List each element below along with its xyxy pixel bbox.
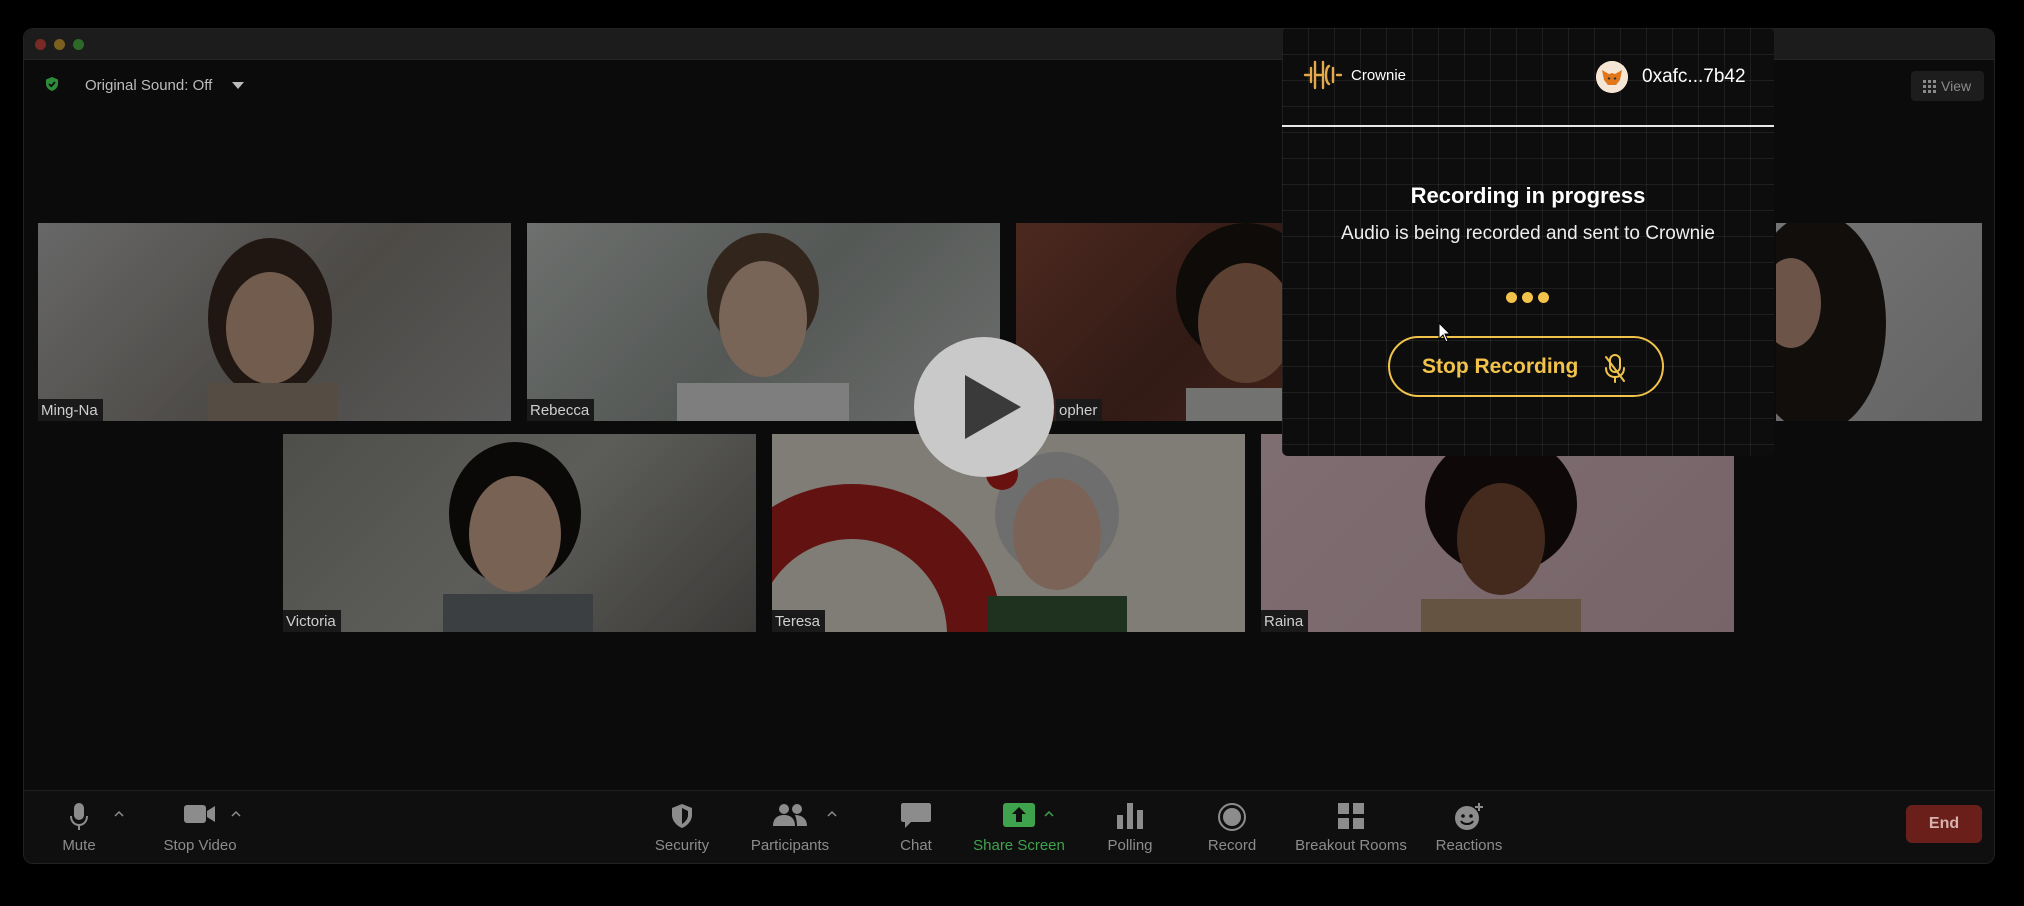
loading-dots (1506, 290, 1554, 308)
share-screen-icon (1003, 803, 1035, 827)
mute-label: Mute (62, 837, 96, 854)
stop-video-button[interactable]: Stop Video (144, 791, 256, 863)
security-button[interactable]: Security (640, 791, 724, 863)
reactions-button[interactable]: Reactions (1424, 791, 1514, 863)
breakout-rooms-button[interactable]: Breakout Rooms (1286, 791, 1416, 863)
play-icon (965, 375, 1021, 439)
metamask-fox-icon[interactable] (1596, 61, 1628, 93)
breakout-rooms-icon (1338, 803, 1364, 829)
microphone-off-icon (1605, 354, 1625, 383)
participants-label: Participants (750, 837, 830, 854)
people-icon (773, 804, 807, 826)
view-button[interactable]: View (1911, 71, 1984, 101)
grid-icon (1923, 80, 1936, 93)
record-button[interactable]: Record (1192, 791, 1272, 863)
smiley-plus-icon (1455, 803, 1483, 830)
shield-icon (672, 804, 692, 828)
participants-button[interactable]: Participants (734, 791, 846, 863)
video-tile[interactable]: opher (1016, 223, 1306, 421)
video-tile[interactable]: Ming-Na (38, 223, 511, 421)
maximize-window-button[interactable] (73, 39, 84, 50)
chat-label: Chat (900, 837, 932, 854)
chevron-up-icon[interactable] (231, 809, 241, 819)
mute-button[interactable]: Mute (44, 791, 114, 863)
encryption-shield-icon (46, 77, 58, 91)
breakout-rooms-label: Breakout Rooms (1295, 837, 1407, 854)
close-window-button[interactable] (35, 39, 46, 50)
polling-button[interactable]: Polling (1090, 791, 1170, 863)
play-button[interactable] (914, 337, 1054, 477)
participant-name: Ming-Na (38, 399, 103, 421)
participant-name: Rebecca (527, 399, 595, 421)
chevron-up-icon[interactable] (827, 809, 837, 819)
video-tile[interactable]: Raina (1261, 434, 1734, 632)
chat-button[interactable]: Chat (876, 791, 956, 863)
stop-recording-button[interactable]: Stop Recording (1388, 336, 1664, 397)
panel-header: Crownie 0xafc...7b42 (1282, 28, 1774, 127)
crownie-brand-name: Crownie (1351, 67, 1407, 84)
stop-recording-label: Stop Recording (1422, 355, 1579, 378)
share-screen-label: Share Screen (973, 837, 1065, 854)
crownie-logo-icon (1303, 60, 1343, 90)
meeting-toolbar: Mute Stop Video Security Participants Ch… (24, 790, 1994, 863)
chevron-up-icon[interactable] (114, 809, 124, 819)
participant-name: Raina (1261, 610, 1309, 632)
participant-name: Teresa (772, 610, 826, 632)
record-label: Record (1207, 837, 1257, 854)
reactions-label: Reactions (1435, 837, 1503, 854)
recording-status-title: Recording in progress (1410, 183, 1646, 208)
end-label: End (1928, 815, 1960, 832)
original-sound-toggle[interactable]: Original Sound: Off (85, 77, 212, 94)
security-label: Security (654, 837, 710, 854)
participant-name: opher (1056, 399, 1103, 421)
share-screen-button[interactable]: Share Screen (958, 791, 1080, 863)
chevron-up-icon[interactable] (1044, 809, 1054, 819)
wallet-address[interactable]: 0xafc...7b42 (1642, 66, 1746, 88)
video-camera-icon (184, 805, 215, 823)
end-meeting-button[interactable]: End (1906, 805, 1982, 843)
bar-chart-icon (1117, 803, 1143, 829)
participant-name: Victoria (283, 610, 341, 632)
video-tile[interactable]: Victoria (283, 434, 756, 632)
recording-status-subtitle: Audio is being recorded and sent to Crow… (1341, 223, 1715, 244)
record-icon (1218, 803, 1246, 831)
microphone-icon (70, 803, 88, 830)
chat-bubble-icon (901, 803, 931, 828)
stop-video-label: Stop Video (163, 837, 237, 854)
chevron-down-icon[interactable] (232, 82, 244, 89)
video-tile[interactable] (1776, 223, 1982, 421)
polling-label: Polling (1107, 837, 1153, 854)
minimize-window-button[interactable] (54, 39, 65, 50)
view-label: View (1941, 78, 1972, 94)
mouse-cursor-icon (1438, 322, 1452, 343)
crownie-panel: Crownie 0xafc...7b42 Recording in progre… (1282, 28, 1774, 456)
